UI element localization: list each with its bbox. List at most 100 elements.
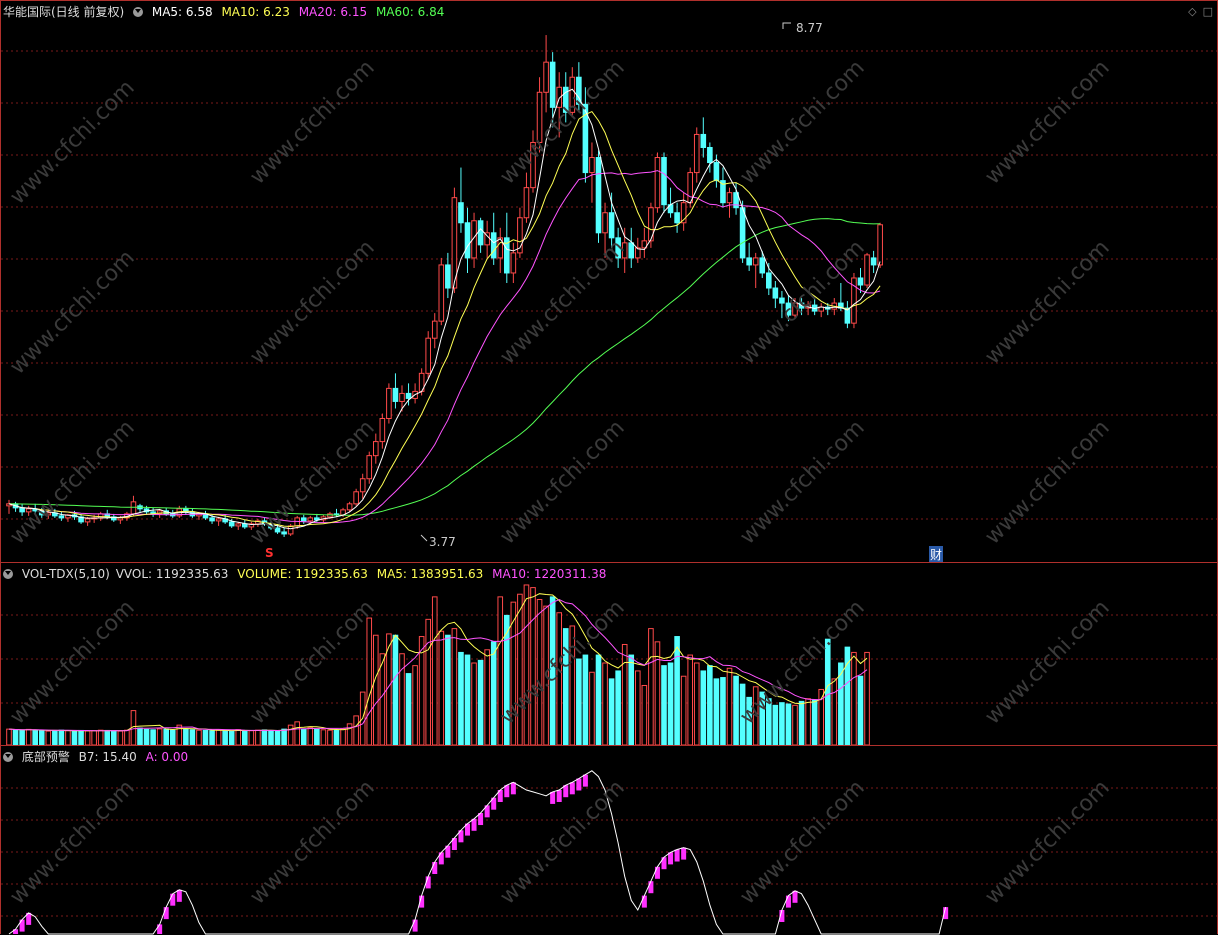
volume-bar bbox=[320, 729, 327, 745]
volume-bar bbox=[183, 728, 189, 745]
indicator-bar bbox=[582, 774, 588, 787]
low-marker-line bbox=[420, 534, 428, 542]
indicator-bar bbox=[654, 866, 660, 879]
volume-bar bbox=[327, 729, 333, 745]
volume-bar bbox=[517, 593, 523, 745]
volume-bar bbox=[621, 643, 628, 745]
marker-cai[interactable]: 财 bbox=[929, 546, 944, 563]
a-label: A: 0.00 bbox=[145, 750, 189, 764]
candle bbox=[366, 455, 373, 480]
candle bbox=[752, 257, 759, 266]
b7-label: B7: 15.40 bbox=[78, 750, 137, 764]
volume-bar bbox=[163, 728, 169, 745]
volume-bar bbox=[595, 654, 602, 745]
volume-bar bbox=[648, 628, 654, 745]
indicator-bar bbox=[674, 849, 680, 862]
volume-bar bbox=[32, 729, 38, 745]
volume-bar bbox=[12, 729, 19, 745]
volume-bar bbox=[97, 729, 104, 745]
volume-label: VOLUME: 1192335.63 bbox=[237, 567, 368, 581]
candle bbox=[386, 387, 392, 420]
volume-bar bbox=[752, 686, 759, 745]
candle bbox=[209, 517, 215, 522]
candle bbox=[766, 272, 772, 289]
chevron-down-icon[interactable] bbox=[133, 7, 144, 17]
volume-bar bbox=[117, 730, 124, 745]
candle bbox=[785, 302, 792, 316]
chevron-down-icon[interactable] bbox=[3, 752, 13, 762]
volume-bar bbox=[523, 584, 530, 745]
volume-bar bbox=[189, 729, 196, 745]
volume-panel-header: VOL-TDX(5,10) VVOL: 1192335.63 VOLUME: 1… bbox=[3, 566, 611, 582]
volume-bar bbox=[851, 651, 857, 745]
volume-bar bbox=[811, 699, 818, 745]
volume-bar bbox=[268, 729, 274, 745]
volume-bar bbox=[569, 625, 576, 745]
volume-bar bbox=[340, 728, 346, 745]
volume-bar bbox=[556, 612, 563, 745]
volume-bar bbox=[156, 728, 163, 745]
volume-bar bbox=[202, 729, 209, 745]
volume-bar bbox=[733, 675, 739, 745]
ma20-label: MA20: 6.15 bbox=[298, 5, 368, 19]
volume-bar bbox=[366, 617, 373, 745]
volume-bar bbox=[281, 728, 287, 745]
candle bbox=[661, 157, 667, 206]
volume-bar bbox=[693, 662, 700, 745]
indicator-panel[interactable]: 底部预警 B7: 15.40 A: 0.00 bbox=[0, 745, 1218, 935]
volume-bar bbox=[661, 665, 667, 745]
volume-bar bbox=[707, 665, 713, 745]
volume-bar bbox=[222, 729, 228, 745]
volume-bar bbox=[700, 670, 707, 745]
vol-indicator-name[interactable]: VOL-TDX(5,10) bbox=[22, 567, 110, 581]
indicator-name[interactable]: 底部预警 bbox=[22, 750, 70, 764]
volume-bar bbox=[314, 728, 320, 745]
volume-bar bbox=[602, 662, 608, 745]
volume-bar bbox=[104, 729, 111, 745]
volume-bar bbox=[726, 667, 733, 745]
candle bbox=[438, 264, 445, 322]
candle bbox=[379, 418, 386, 443]
candle bbox=[346, 503, 353, 511]
volume-bar bbox=[818, 688, 825, 745]
candle bbox=[392, 387, 399, 402]
candle bbox=[746, 257, 752, 266]
high-marker-line bbox=[782, 22, 791, 29]
marker-s[interactable]: S bbox=[265, 546, 274, 560]
candle bbox=[228, 521, 235, 527]
volume-bar bbox=[91, 730, 97, 745]
volume-bar bbox=[785, 703, 792, 745]
candle bbox=[700, 133, 707, 148]
indicator-bar bbox=[681, 847, 687, 860]
vvol-label: VVOL: 1192335.63 bbox=[115, 567, 229, 581]
stock-title[interactable]: 华能国际(日线 前复权) bbox=[3, 5, 124, 19]
candle bbox=[687, 172, 694, 204]
candle bbox=[595, 157, 602, 234]
volume-bar bbox=[628, 654, 635, 745]
volume-bar bbox=[458, 651, 464, 745]
candle bbox=[562, 86, 569, 113]
volume-bar bbox=[562, 628, 569, 745]
volume-bar bbox=[798, 700, 805, 745]
candle bbox=[359, 478, 366, 493]
chevron-down-icon[interactable] bbox=[3, 569, 13, 579]
volume-bar bbox=[779, 702, 785, 745]
volume-bar bbox=[615, 670, 621, 745]
volume-bar bbox=[772, 704, 779, 745]
volume-bar bbox=[687, 654, 694, 745]
volume-bar bbox=[530, 587, 536, 745]
candle bbox=[569, 76, 576, 113]
volume-bar bbox=[713, 678, 720, 745]
candle bbox=[445, 264, 451, 289]
candle bbox=[431, 320, 438, 339]
candle bbox=[589, 157, 595, 174]
price-chart-svg bbox=[1, 22, 1217, 542]
volume-bar bbox=[19, 729, 25, 745]
volume-bar bbox=[582, 654, 589, 745]
indicator-bar bbox=[176, 889, 182, 902]
candle bbox=[458, 202, 464, 224]
candle bbox=[307, 517, 314, 522]
volume-panel[interactable]: VOL-TDX(5,10) VVOL: 1192335.63 VOLUME: 1… bbox=[0, 562, 1218, 746]
price-chart-panel[interactable]: 华能国际(日线 前复权) MA5: 6.58 MA10: 6.23 MA20: … bbox=[0, 0, 1218, 563]
candle bbox=[877, 224, 883, 266]
